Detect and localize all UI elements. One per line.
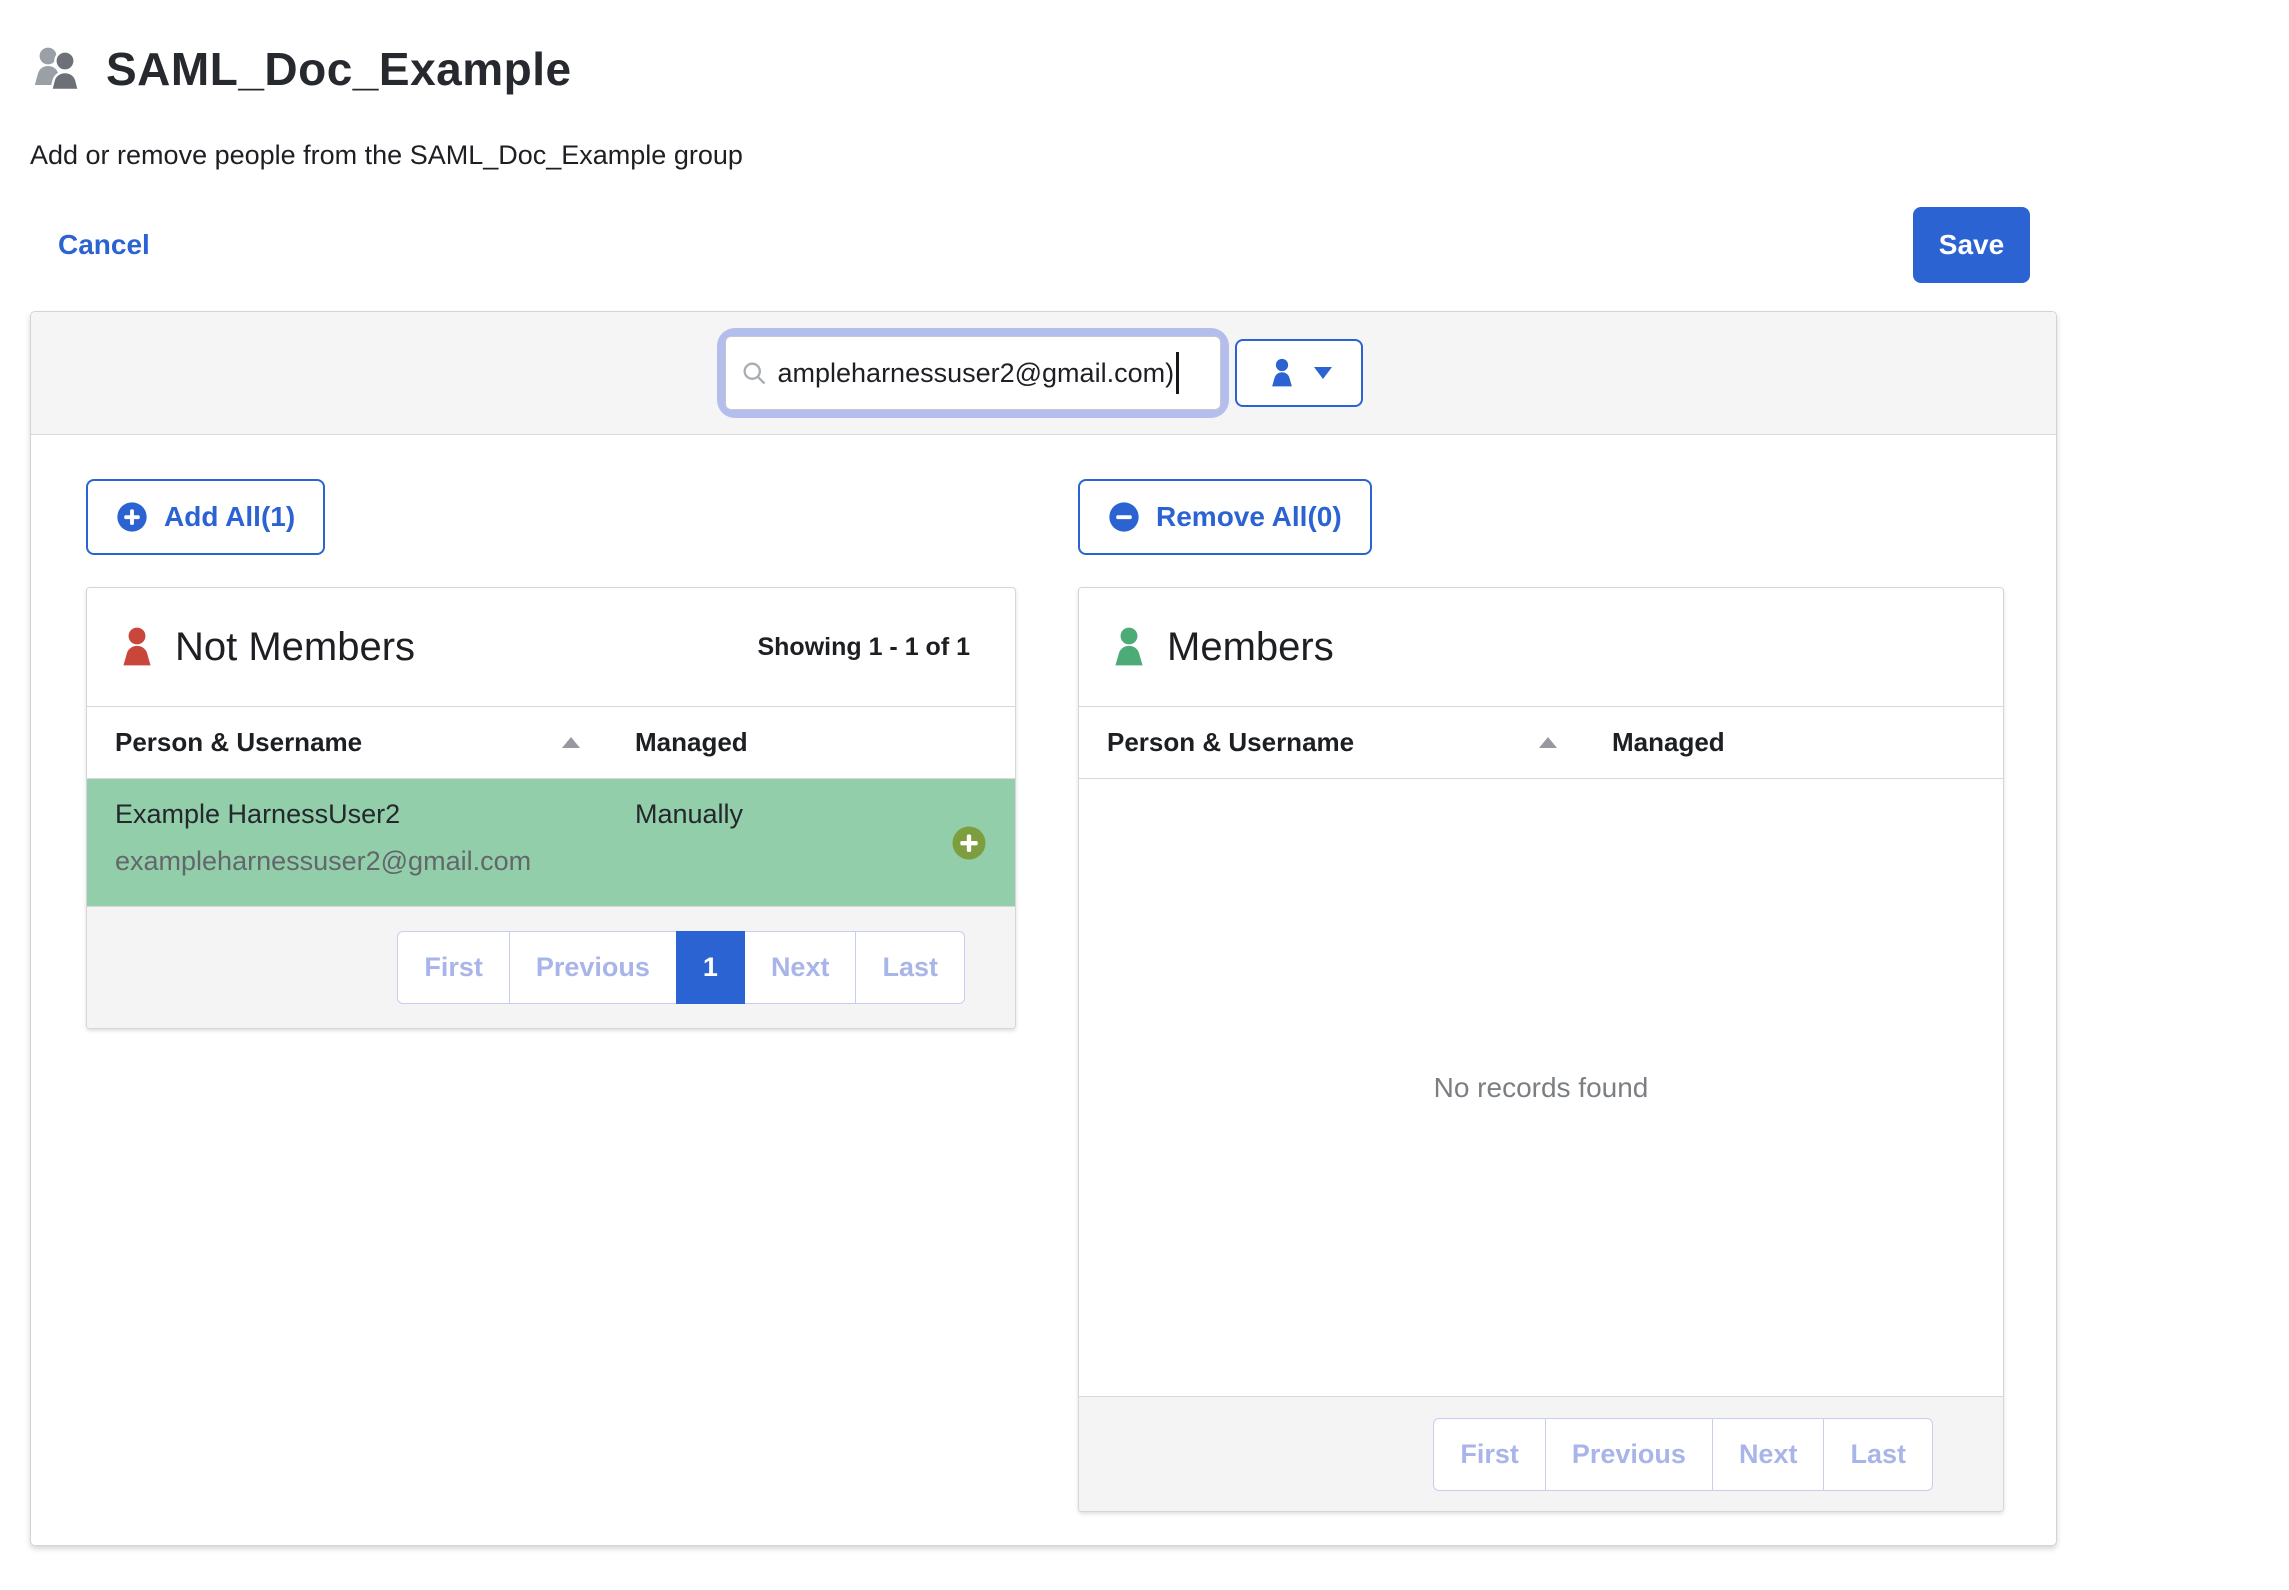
search-input[interactable]: ampleharnessuser2@gmail.com) [725, 336, 1221, 410]
members-title: Members [1167, 625, 1334, 670]
add-person-button[interactable] [951, 825, 987, 861]
table-row[interactable]: Example HarnessUser2 exampleharnessuser2… [87, 779, 1015, 906]
person-icon-red [115, 625, 159, 669]
column-person-username[interactable]: Person & Username [115, 727, 362, 758]
pagination-first-button[interactable]: First [397, 931, 510, 1004]
not-members-pagination: First Previous 1 Next Last [397, 931, 965, 1004]
plus-circle-icon [951, 825, 987, 861]
add-all-label: Add All(1) [164, 501, 295, 533]
members-column-header: Person & Username Managed [1079, 706, 2003, 779]
column-person-username[interactable]: Person & Username [1107, 727, 1354, 758]
not-members-column-header: Person & Username Managed [87, 706, 1015, 779]
column-managed[interactable]: Managed [635, 727, 748, 758]
sort-asc-icon[interactable] [562, 737, 580, 748]
column-managed[interactable]: Managed [1612, 727, 1725, 758]
group-icon [30, 44, 86, 94]
search-toolbar: ampleharnessuser2@gmail.com) [31, 312, 2056, 435]
people-filter-dropdown[interactable] [1235, 339, 1363, 407]
person-icon-green [1107, 625, 1151, 669]
not-members-title: Not Members [175, 625, 415, 670]
sort-asc-icon[interactable] [1539, 737, 1557, 748]
pagination-last-button[interactable]: Last [1823, 1418, 1933, 1491]
search-input-value: ampleharnessuser2@gmail.com) [778, 358, 1175, 389]
plus-circle-icon [116, 501, 148, 533]
not-members-header: Not Members Showing 1 - 1 of 1 [87, 588, 1015, 706]
minus-circle-icon [1108, 501, 1140, 533]
add-all-button[interactable]: Add All(1) [86, 479, 325, 555]
row-person-name: Example HarnessUser2 [115, 799, 635, 830]
save-button[interactable]: Save [1913, 207, 2030, 283]
showing-count: Showing 1 - 1 of 1 [757, 633, 970, 662]
no-records-message: No records found [1079, 779, 2003, 1396]
remove-all-label: Remove All(0) [1156, 501, 1342, 533]
members-pagination: First Previous Next Last [1433, 1418, 1933, 1491]
members-footer: First Previous Next Last [1079, 1396, 2003, 1511]
not-members-footer: First Previous 1 Next Last [87, 906, 1015, 1028]
group-membership-panel: ampleharnessuser2@gmail.com) Add All(1) [30, 311, 2057, 1546]
row-person-username: exampleharnessuser2@gmail.com [115, 846, 635, 877]
panel-body: Add All(1) Remove All(0) Not Members Sho… [31, 435, 2056, 1512]
page-header: SAML_Doc_Example Add or remove people fr… [0, 0, 2289, 171]
page-title: SAML_Doc_Example [106, 42, 572, 96]
pagination-previous-button[interactable]: Previous [1545, 1418, 1713, 1491]
text-cursor [1176, 352, 1179, 394]
search-icon [740, 359, 768, 387]
person-icon [1266, 357, 1298, 389]
page-subtitle: Add or remove people from the SAML_Doc_E… [30, 140, 2289, 171]
pagination-first-button[interactable]: First [1433, 1418, 1546, 1491]
actions-row: Cancel Save [30, 207, 2057, 283]
remove-all-button[interactable]: Remove All(0) [1078, 479, 1372, 555]
members-card: Members Person & Username Managed No rec… [1078, 587, 2004, 1512]
pagination-previous-button[interactable]: Previous [509, 931, 677, 1004]
not-members-card: Not Members Showing 1 - 1 of 1 Person & … [86, 587, 1016, 1029]
members-header: Members [1079, 588, 2003, 706]
pagination-page-1-button[interactable]: 1 [676, 931, 745, 1004]
pagination-next-button[interactable]: Next [744, 931, 857, 1004]
chevron-down-icon [1314, 367, 1332, 379]
pagination-last-button[interactable]: Last [855, 931, 965, 1004]
search-focus-ring: ampleharnessuser2@gmail.com) [725, 336, 1221, 410]
cancel-link[interactable]: Cancel [58, 229, 150, 261]
row-managed-value: Manually [635, 799, 985, 906]
pagination-next-button[interactable]: Next [1712, 1418, 1825, 1491]
